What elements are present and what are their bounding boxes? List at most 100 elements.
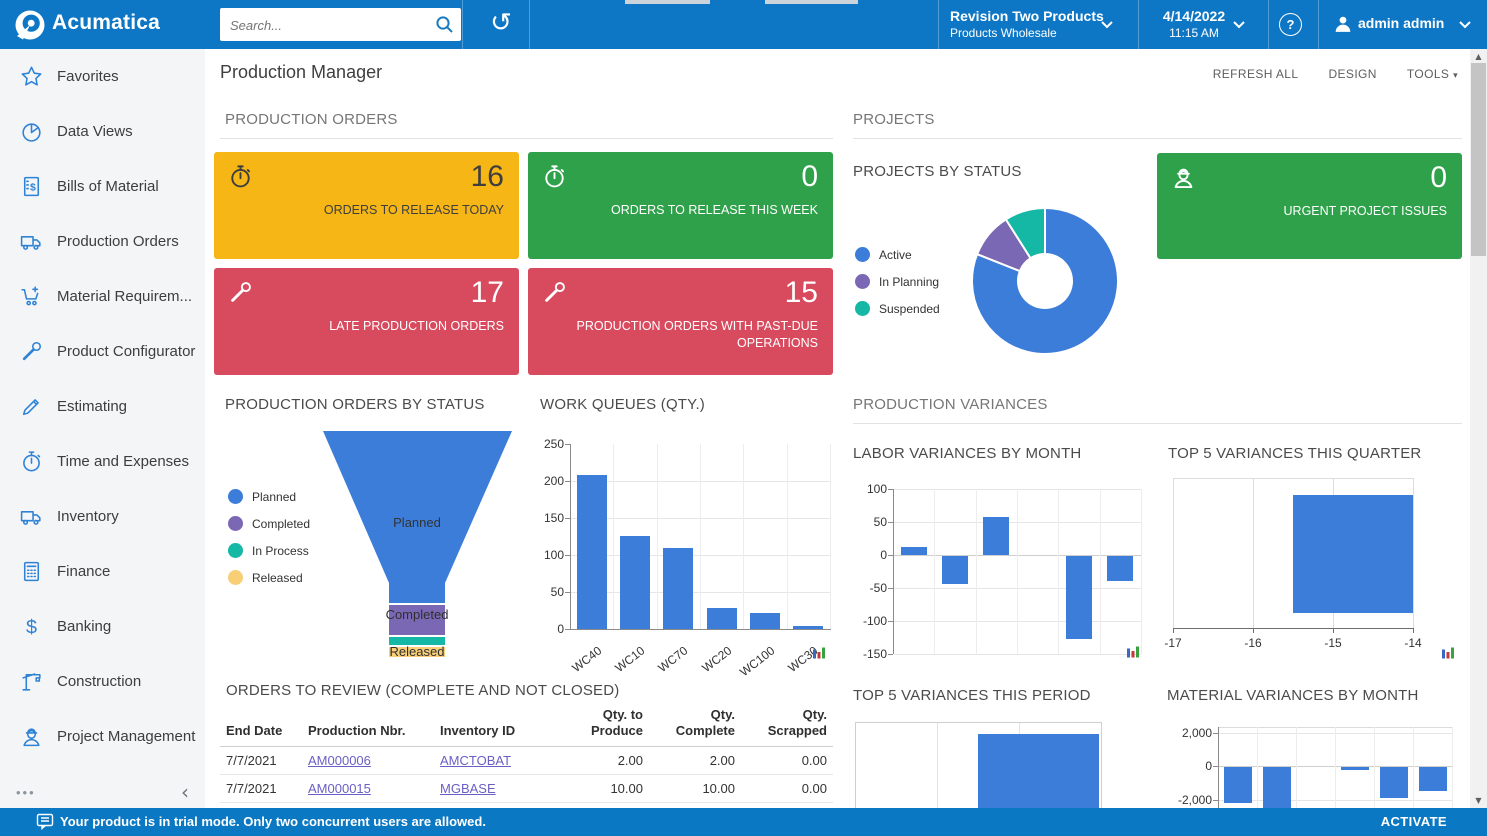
chevron-down-icon[interactable] (1100, 20, 1114, 29)
axis-tick (565, 518, 570, 519)
sidebar-item-time-and-expenses[interactable]: Time and Expenses (0, 434, 205, 489)
production-nbr-link[interactable]: AM000015 (308, 781, 371, 796)
kpi-value: 17 (471, 276, 504, 310)
gridline (894, 654, 1141, 655)
bar-labor-variance-5[interactable] (1066, 556, 1092, 639)
gridline (1141, 489, 1142, 654)
business-date-refresh-icon[interactable]: ↺ (486, 6, 516, 40)
bar-top5-period[interactable] (978, 734, 1099, 808)
sidebar-item-estimating[interactable]: Estimating (0, 379, 205, 434)
header-separator (938, 0, 939, 49)
refresh-all-button[interactable]: REFRESH ALL (1213, 67, 1299, 81)
legend-label: Released (252, 571, 303, 585)
bar-material-variance-1[interactable] (1224, 767, 1252, 803)
chevron-down-icon[interactable] (1232, 20, 1246, 29)
column-header[interactable]: End Date (220, 705, 302, 746)
bar-labor-variance-1[interactable] (901, 547, 927, 555)
header-separator (1318, 0, 1319, 49)
table-cell: AM000006 (302, 746, 434, 774)
activate-button[interactable]: ACTIVATE (1381, 814, 1447, 829)
kpi-card-production-orders-with-past-due-operatio[interactable]: 15PRODUCTION ORDERS WITH PAST-DUE OPERAT… (528, 268, 833, 375)
bar-material-variance-2[interactable] (1263, 767, 1291, 808)
top-bar: Acumatica ↺ Revision Two Products Produc… (0, 0, 1487, 49)
search-icon[interactable] (435, 15, 454, 34)
column-header[interactable]: Qty. Scrapped (741, 705, 833, 746)
sidebar-collapse-icon[interactable]: ‹ (181, 780, 189, 804)
inventory-id-link[interactable]: AMCTOBAT (440, 753, 511, 768)
production-nbr-link[interactable]: AM000006 (308, 753, 371, 768)
kpi-card-late-production-orders[interactable]: 17LATE PRODUCTION ORDERS (214, 268, 519, 375)
sidebar-item-label: Material Requirem... (57, 288, 192, 305)
chevron-down-icon[interactable] (1458, 20, 1472, 29)
gridline (1253, 478, 1254, 628)
gridline (1452, 727, 1453, 808)
bar-top5-quarter[interactable] (1293, 495, 1413, 613)
legend-item-active: Active (855, 247, 912, 262)
legend-swatch (855, 301, 870, 316)
tools-button[interactable]: TOOLS ▾ (1407, 67, 1458, 81)
scroll-up-icon[interactable]: ▲ (1470, 52, 1487, 61)
sidebar-item-favorites[interactable]: Favorites (0, 49, 205, 104)
gridline (1413, 478, 1414, 628)
gridline (657, 444, 658, 629)
sidebar-item-banking[interactable]: $Banking (0, 599, 205, 654)
y-axis (570, 444, 571, 630)
bar-wc40[interactable] (577, 475, 607, 629)
column-header[interactable]: Qty. to Produce (556, 705, 649, 746)
scrollbar-thumb[interactable] (1471, 63, 1486, 256)
bar-wc70[interactable] (663, 548, 693, 629)
section-projects: PROJECTS (853, 111, 935, 128)
search-input[interactable] (228, 12, 427, 38)
kpi-card-orders-to-release-today[interactable]: 16ORDERS TO RELEASE TODAY (214, 152, 519, 259)
table-cell: 2.00 (649, 746, 741, 774)
sidebar-item-project-management[interactable]: Project Management (0, 709, 205, 764)
legend-item-planned: Planned (228, 489, 296, 504)
bar-wc10[interactable] (620, 536, 650, 629)
business-date[interactable]: 4/14/2022 (1154, 8, 1234, 24)
axis-tick (1413, 629, 1414, 633)
sidebar-item-construction[interactable]: Construction (0, 654, 205, 709)
vertical-scrollbar[interactable]: ▲ ▼ (1470, 49, 1487, 808)
brand-name: Acumatica (52, 11, 160, 35)
table-cell: MGBASE (434, 774, 556, 802)
bar-material-variance-6[interactable] (1419, 767, 1447, 791)
sidebar-item-inventory[interactable]: Inventory (0, 489, 205, 544)
table-cell: 10.00 (556, 774, 649, 802)
bar-wc30[interactable] (793, 626, 823, 629)
sidebar-item-finance[interactable]: Finance (0, 544, 205, 599)
column-header[interactable]: Inventory ID (434, 705, 556, 746)
user-menu[interactable]: admin admin (1358, 15, 1444, 31)
kpi-card-orders-to-release-this-week[interactable]: 0ORDERS TO RELEASE THIS WEEK (528, 152, 833, 259)
axis-tick (565, 555, 570, 556)
help-icon[interactable]: ? (1279, 13, 1302, 36)
bar-labor-variance-6[interactable] (1107, 556, 1133, 581)
sidebar-item-production-orders[interactable]: Production Orders (0, 214, 205, 269)
scroll-down-icon[interactable]: ▼ (1470, 796, 1487, 805)
sidebar-item-material-requirem[interactable]: Material Requirem... (0, 269, 205, 324)
acumatica-logo-icon[interactable] (14, 9, 46, 41)
axis-tick (888, 489, 893, 490)
kpi-card-urgent-project-issues[interactable]: 0 URGENT PROJECT ISSUES (1157, 153, 1462, 259)
kpi-value: 0 (1430, 161, 1447, 195)
bar-material-variance-4[interactable] (1341, 767, 1369, 770)
column-header[interactable]: Production Nbr. (302, 705, 434, 746)
inventory-id-link[interactable]: MGBASE (440, 781, 496, 796)
bar-material-variance-5[interactable] (1380, 767, 1408, 798)
user-avatar-icon[interactable] (1334, 15, 1352, 33)
chart-title-projects-by-status: PROJECTS BY STATUS (853, 163, 1022, 180)
sidebar-item-product-configurator[interactable]: Product Configurator (0, 324, 205, 379)
crane-icon (19, 669, 44, 694)
sidebar-more-button[interactable]: ••• (16, 785, 36, 800)
sidebar-item-bills-of-material[interactable]: $Bills of Material (0, 159, 205, 214)
bar-wc100[interactable] (750, 613, 780, 629)
company-selector[interactable]: Revision Two Products (950, 8, 1104, 24)
sidebar-item-data-views[interactable]: Data Views (0, 104, 205, 159)
column-header[interactable]: Qty. Complete (649, 705, 741, 746)
design-button[interactable]: DESIGN (1328, 67, 1376, 81)
axis-tick-label: 0 (1165, 759, 1212, 773)
kpi-label: URGENT PROJECT ISSUES (1284, 203, 1447, 220)
kpi-value: 16 (471, 160, 504, 194)
bar-wc20[interactable] (707, 608, 737, 629)
bar-labor-variance-2[interactable] (942, 556, 968, 584)
bar-labor-variance-3[interactable] (983, 517, 1009, 555)
